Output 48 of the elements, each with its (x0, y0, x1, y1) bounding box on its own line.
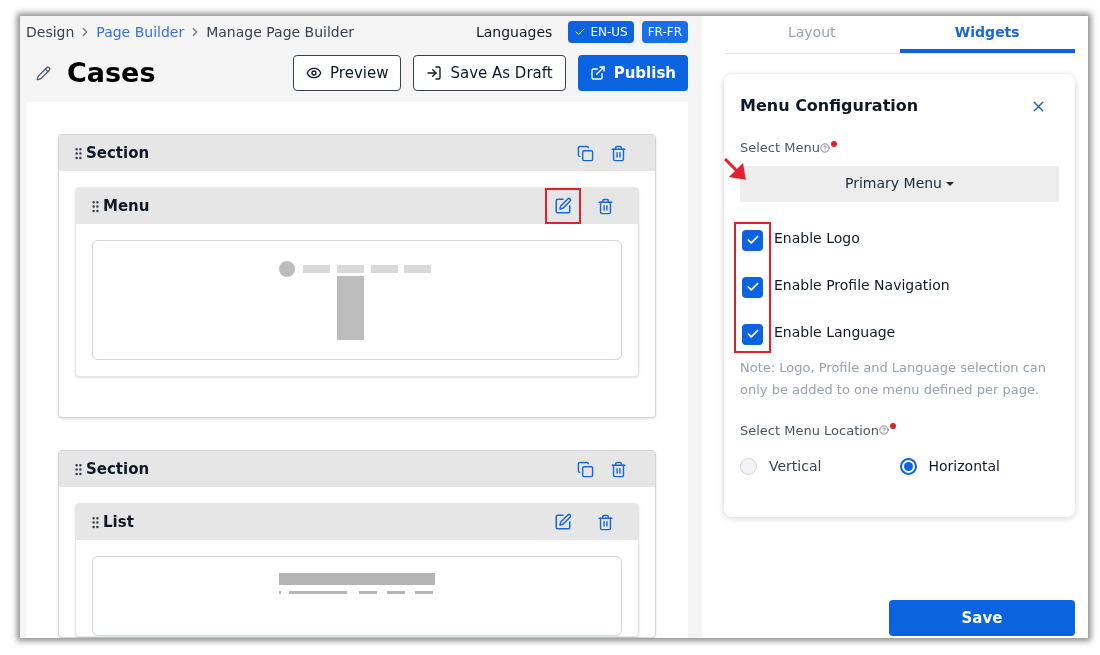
breadcrumb-link[interactable]: Page Builder (96, 21, 185, 43)
language-chip[interactable]: EN-US (568, 21, 634, 44)
edit-icon[interactable] (554, 197, 572, 215)
note-text: Note: Logo, Profile and Language selection can only be added to one menu defined per page. (740, 358, 1048, 399)
edit-icon[interactable] (554, 513, 572, 531)
check-icon (745, 280, 760, 294)
delete-icon[interactable] (597, 513, 614, 531)
delete-icon[interactable] (610, 144, 627, 162)
radio-label: Vertical (769, 457, 822, 476)
help-icon[interactable] (819, 142, 830, 153)
save-button[interactable]: Save (889, 600, 1075, 636)
widget-title: List (103, 511, 134, 533)
checkbox-label: Enable Language (774, 322, 897, 342)
checkbox[interactable] (742, 323, 763, 345)
enter-icon (426, 65, 443, 82)
help-icon[interactable] (879, 425, 890, 436)
breadcrumb-item[interactable]: Design (26, 21, 75, 43)
field-label: Select Menu Location (740, 421, 880, 440)
breadcrumb-item: Manage Page Builder (206, 22, 355, 42)
copy-icon[interactable] (577, 144, 594, 162)
language-chip[interactable]: FR-FR (641, 21, 688, 44)
checkbox-label: Enable Logo (774, 228, 861, 248)
radio-label: Horizontal (928, 457, 1000, 476)
widget-title: Menu (103, 195, 150, 217)
delete-icon[interactable] (597, 197, 614, 215)
action-button[interactable]: Preview (293, 55, 402, 92)
section-title: Section (86, 142, 150, 164)
check-icon (745, 233, 760, 247)
page-title: Cases (67, 55, 156, 90)
languages-label: Languages (476, 22, 553, 42)
action-button[interactable]: Publish (577, 55, 688, 92)
pointer-arrow-icon (724, 158, 746, 180)
copy-icon[interactable] (577, 460, 594, 478)
menu-dropdown[interactable]: Primary Menu (740, 165, 1059, 202)
radio-button[interactable] (899, 458, 917, 475)
field-label: Select Menu (740, 139, 820, 157)
panel-tab[interactable]: Widgets (899, 16, 1075, 53)
external-link-icon (589, 65, 606, 82)
caret-icon (946, 181, 954, 186)
checkbox-label: Enable Profile Navigation (774, 275, 950, 295)
action-button[interactable]: Save As Draft (413, 55, 566, 92)
panel-title: Menu Configuration (740, 95, 919, 117)
pencil-icon[interactable] (36, 65, 51, 81)
section-title: Section (86, 458, 150, 480)
checkbox[interactable] (742, 229, 763, 251)
delete-icon[interactable] (610, 460, 627, 478)
checkbox[interactable] (742, 276, 763, 298)
check-icon (745, 327, 760, 341)
